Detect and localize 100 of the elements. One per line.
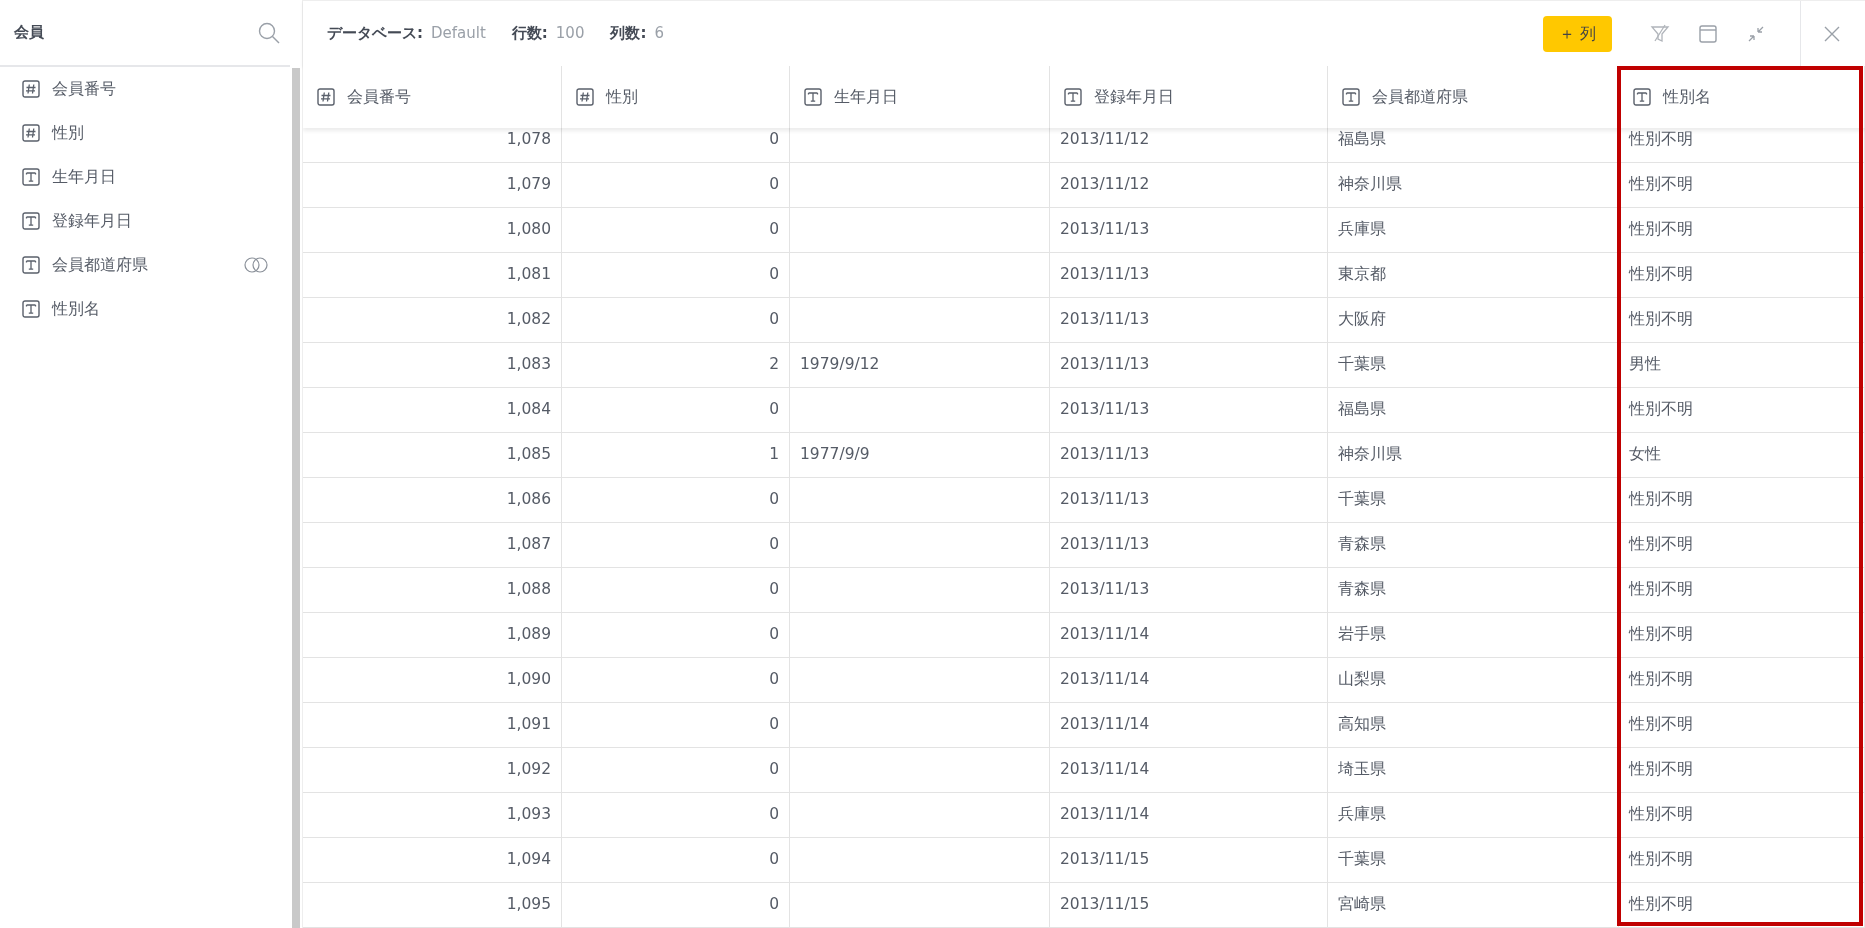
table-cell: 2013/11/15 (1050, 838, 1328, 883)
table-cell: 神奈川県 (1328, 163, 1619, 208)
table-cell: 0 (562, 748, 790, 793)
column-header[interactable]: 性別 (562, 66, 790, 128)
table-cell: 性別不明 (1619, 298, 1865, 343)
field-item[interactable]: 会員都道府県 (0, 243, 290, 287)
table-cell: 2013/11/13 (1050, 523, 1328, 568)
column-header[interactable]: 生年月日 (790, 66, 1050, 128)
number-type-icon (317, 88, 335, 106)
stat-value: 100 (555, 23, 585, 45)
field-item[interactable]: 登録年月日 (0, 199, 290, 243)
text-type-icon (1064, 88, 1082, 106)
table-cell: 1,089 (303, 613, 562, 658)
table-cell: 2013/11/13 (1050, 298, 1328, 343)
table-cell: 0 (562, 703, 790, 748)
number-type-icon (22, 124, 40, 142)
table-cell: 2013/11/13 (1050, 478, 1328, 523)
table-cell: 性別不明 (1619, 658, 1865, 703)
table-cell: 性別不明 (1619, 388, 1865, 433)
table-cell: 2013/11/14 (1050, 748, 1328, 793)
table-cell: 2013/11/13 (1050, 388, 1328, 433)
text-type-icon (22, 300, 40, 318)
table-cell: 1977/9/9 (790, 433, 1050, 478)
table-cell: 性別不明 (1619, 208, 1865, 253)
column-header[interactable]: 登録年月日 (1050, 66, 1328, 128)
table-cell: 兵庫県 (1328, 208, 1619, 253)
table-cell: 1,079 (303, 163, 562, 208)
table-cell: 0 (562, 568, 790, 613)
table-cell: 東京都 (1328, 253, 1619, 298)
field-item[interactable]: 生年月日 (0, 155, 290, 199)
table-cell: 0 (562, 208, 790, 253)
panel-title: 会員 (14, 22, 44, 44)
table-cell: 0 (562, 613, 790, 658)
filter-off-icon[interactable] (1650, 23, 1670, 44)
field-item[interactable]: 会員番号 (0, 67, 290, 111)
search-icon[interactable] (258, 21, 280, 44)
table-cell: 0 (562, 523, 790, 568)
stat-label: 列数: (610, 23, 647, 45)
table-cell: 1,081 (303, 253, 562, 298)
table-cell: 千葉県 (1328, 343, 1619, 388)
close-icon[interactable] (1823, 24, 1841, 43)
table-cell: 神奈川県 (1328, 433, 1619, 478)
table-cell: 2 (562, 343, 790, 388)
table-cell: 福島県 (1328, 388, 1619, 433)
table-cell: 0 (562, 298, 790, 343)
panel-icon[interactable] (1698, 23, 1718, 44)
table-cell: 0 (562, 838, 790, 883)
table-cell: 2013/11/12 (1050, 163, 1328, 208)
table-cell: 1,095 (303, 883, 562, 928)
table-cell: 0 (562, 253, 790, 298)
column-header[interactable]: 会員番号 (303, 66, 562, 128)
column-header[interactable]: 性別名 (1619, 66, 1865, 128)
table-cell: 性別不明 (1619, 253, 1865, 298)
table-cell: 2013/11/13 (1050, 568, 1328, 613)
table-cell: 0 (562, 658, 790, 703)
table-cell: 性別不明 (1619, 883, 1865, 928)
table-cell: 1,084 (303, 388, 562, 433)
table-cell: 性別不明 (1619, 838, 1865, 883)
table-cell: 青森県 (1328, 568, 1619, 613)
table-cell: 青森県 (1328, 523, 1619, 568)
text-type-icon (804, 88, 822, 106)
table-cell: 2013/11/13 (1050, 433, 1328, 478)
table-cell: 1,093 (303, 793, 562, 838)
table-cell: 0 (562, 163, 790, 208)
table-cell: 1,087 (303, 523, 562, 568)
text-type-icon (22, 168, 40, 186)
field-item[interactable]: 性別 (0, 111, 290, 155)
field-item[interactable]: 性別名 (0, 287, 290, 331)
table-cell: 性別不明 (1619, 568, 1865, 613)
table-cell: 2013/11/13 (1050, 343, 1328, 388)
table-cell: 千葉県 (1328, 838, 1619, 883)
add-column-button[interactable]: ＋ 列 (1542, 15, 1612, 52)
table-cell: 1979/9/12 (790, 343, 1050, 388)
table-cell: 埼玉県 (1328, 748, 1619, 793)
table-cell: 1,080 (303, 208, 562, 253)
scrollbar[interactable] (292, 68, 300, 928)
table-cell: 1 (562, 433, 790, 478)
table-cell: 男性 (1619, 343, 1865, 388)
table-cell: 1,082 (303, 298, 562, 343)
text-type-icon (1342, 88, 1360, 106)
table-cell: 性別不明 (1619, 703, 1865, 748)
table-cell: 性別不明 (1619, 748, 1865, 793)
table-cell: 1,091 (303, 703, 562, 748)
table-cell: 高知県 (1328, 703, 1619, 748)
stat-label: データベース: (327, 23, 423, 45)
text-type-icon (1633, 88, 1651, 106)
table-cell: 岩手県 (1328, 613, 1619, 658)
stat-label: 行数: (511, 23, 548, 45)
table-cell: 2013/11/14 (1050, 703, 1328, 748)
column-header[interactable]: 会員都道府県 (1328, 66, 1619, 128)
table-cell: 2013/11/14 (1050, 613, 1328, 658)
table-cell: 0 (562, 883, 790, 928)
table-cell: 2013/11/13 (1050, 208, 1328, 253)
number-type-icon (576, 88, 594, 106)
table-cell: 1,083 (303, 343, 562, 388)
table-cell: 1,092 (303, 748, 562, 793)
stat-value: 6 (654, 23, 664, 45)
table-cell: 2013/11/15 (1050, 883, 1328, 928)
table-cell: 0 (562, 388, 790, 433)
table-cell: 性別不明 (1619, 613, 1865, 658)
